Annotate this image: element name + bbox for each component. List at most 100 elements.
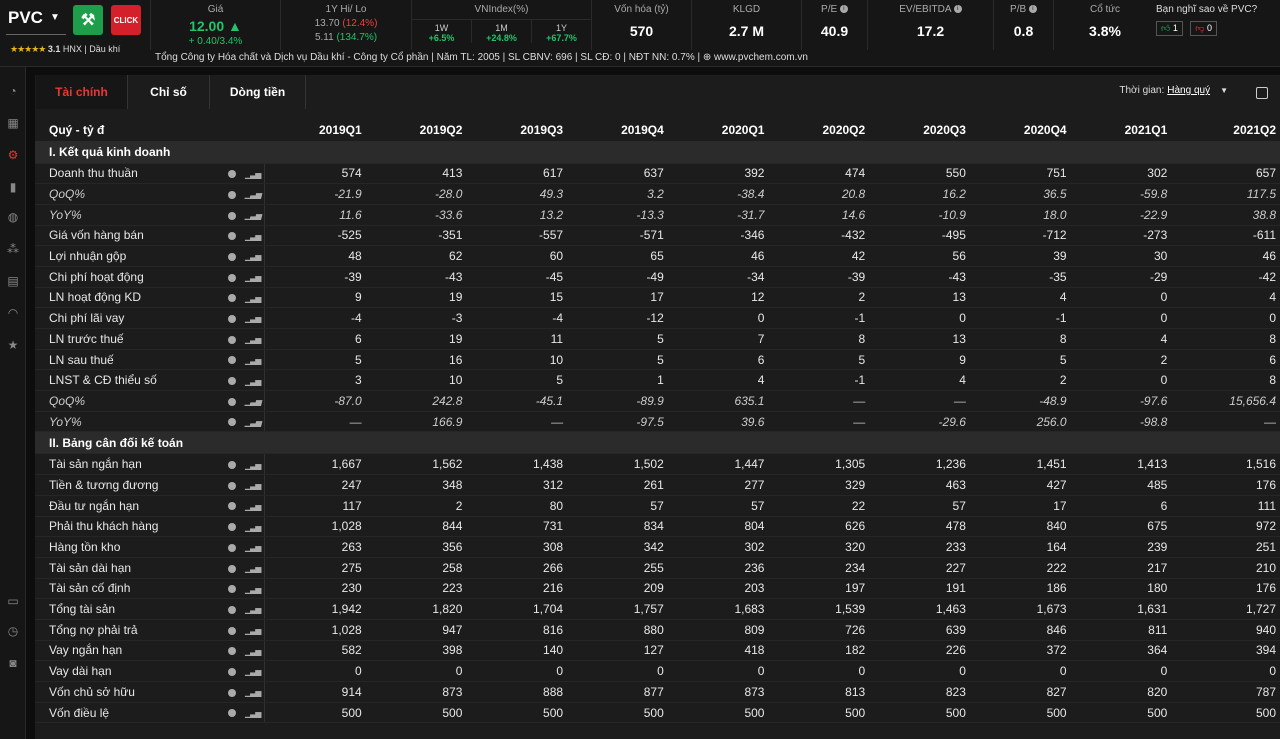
company-logo[interactable]: ⚒	[73, 5, 103, 35]
click-logo[interactable]: CLICK	[111, 5, 141, 35]
tab-financials[interactable]: Tài chính	[36, 75, 128, 109]
settings-icon[interactable]: ⚙	[5, 147, 21, 163]
bar-chart-icon[interactable]: ▁▃▅	[245, 356, 262, 365]
bar-chart-icon[interactable]: ▁▃▅	[245, 190, 262, 199]
table-cell: 804	[667, 516, 769, 538]
vote-down-button[interactable]: 👎︎ 0	[1190, 21, 1217, 36]
chart-toggle-icon[interactable]	[1256, 87, 1268, 99]
table-body: I. Kết quả kinh doanh Doanh thu thuần ▁▃▅ 5…	[35, 141, 1280, 724]
info-dot-icon[interactable]	[228, 356, 236, 365]
dashboard-icon[interactable]: ◔	[5, 83, 21, 99]
table-cell: 4	[1070, 328, 1172, 350]
info-dot-icon[interactable]	[228, 523, 236, 532]
info-dot-icon[interactable]	[228, 667, 236, 676]
info-dot-icon[interactable]	[228, 585, 236, 594]
bar-chart-icon[interactable]: ▁▃▅	[245, 585, 262, 594]
tab-cashflow[interactable]: Dòng tiền	[210, 75, 306, 109]
info-dot-icon[interactable]	[228, 626, 236, 635]
info-dot-icon[interactable]	[228, 688, 236, 697]
table-cell: 1,451	[969, 453, 1071, 476]
star-icon[interactable]: ★	[5, 337, 21, 353]
info-dot-icon[interactable]	[228, 170, 236, 179]
clock-icon[interactable]: ◷	[5, 623, 21, 639]
info-dot-icon[interactable]	[228, 190, 236, 199]
info-dot-icon[interactable]	[228, 605, 236, 614]
chart-icon[interactable]: ▮	[5, 179, 21, 195]
info-dot-icon[interactable]	[228, 294, 236, 303]
info-dot-icon[interactable]	[228, 397, 236, 406]
bar-chart-icon[interactable]: ▁▃▅	[245, 502, 262, 511]
table-cell: 17	[567, 287, 668, 309]
price-value: 12.00	[189, 18, 225, 34]
metric-label: Cổ tức	[1054, 4, 1156, 15]
table-cell: -89.9	[567, 390, 668, 412]
bar-chart-icon[interactable]: ▁▃▅	[245, 543, 262, 552]
tab-ratios[interactable]: Chỉ số	[128, 75, 210, 109]
bar-chart-icon[interactable]: ▁▃▅	[245, 294, 262, 303]
bar-chart-icon[interactable]: ▁▃▅	[245, 397, 262, 406]
chevron-down-icon[interactable]: ▼	[50, 12, 60, 23]
column-header: 2021Q2	[1233, 122, 1276, 137]
bar-chart-icon[interactable]: ▁▃▅	[245, 232, 262, 241]
bar-chart-icon[interactable]: ▁▃▅	[245, 418, 262, 427]
info-dot-icon[interactable]	[228, 418, 236, 427]
bar-chart-icon[interactable]: ▁▃▅	[245, 377, 262, 386]
period-selector[interactable]: Thời gian: Hàng quý ▼	[1119, 85, 1228, 96]
info-dot-icon[interactable]	[228, 461, 236, 470]
info-icon[interactable]: i	[839, 5, 848, 14]
info-dot-icon[interactable]	[228, 709, 236, 718]
info-icon[interactable]: i	[953, 5, 962, 14]
info-dot-icon[interactable]	[228, 211, 236, 220]
table-cell: -495	[869, 225, 970, 247]
bar-chart-icon[interactable]: ▁▃▅	[245, 523, 262, 532]
table-cell: 18.0	[969, 204, 1071, 226]
table-cell: 46	[1171, 245, 1280, 267]
bar-chart-icon[interactable]: ▁▃▅	[245, 335, 262, 344]
table-cell: 39.6	[667, 411, 769, 433]
info-dot-icon[interactable]	[228, 252, 236, 261]
table-row: Tổng tài sản ▁▃▅ 1,942 1,820 1,704 1,757 1,683…	[35, 598, 1280, 620]
info-dot-icon[interactable]	[228, 481, 236, 490]
bar-chart-icon[interactable]: ▁▃▅	[245, 211, 262, 220]
bar-chart-icon[interactable]: ▁▃▅	[245, 605, 262, 614]
bar-chart-icon[interactable]: ▁▃▅	[245, 667, 262, 676]
bar-chart-icon[interactable]: ▁▃▅	[245, 252, 262, 261]
info-dot-icon[interactable]	[228, 273, 236, 282]
table-cell: -21.9	[264, 183, 366, 205]
price-change: + 0.40/3.4%	[188, 36, 243, 47]
bar-chart-icon[interactable]: ▁▃▅	[245, 647, 262, 656]
vote-up-button[interactable]: 👍︎ 1	[1156, 21, 1183, 36]
table-cell: 463	[869, 474, 970, 496]
info-dot-icon[interactable]	[228, 543, 236, 552]
financials-icon[interactable]: ▦	[5, 115, 21, 131]
bar-chart-icon[interactable]: ▁▃▅	[245, 709, 262, 718]
network-icon[interactable]: ⁂	[5, 241, 21, 257]
bar-chart-icon[interactable]: ▁▃▅	[245, 688, 262, 697]
table-cell: 0	[667, 307, 769, 329]
info-dot-icon[interactable]	[228, 502, 236, 511]
info-icon[interactable]: i	[1028, 5, 1037, 14]
bar-chart-icon[interactable]: ▁▃▅	[245, 273, 262, 282]
camera-icon[interactable]: ◙	[5, 655, 21, 671]
bar-chart-icon[interactable]: ▁▃▅	[245, 461, 262, 470]
bar-chart-icon[interactable]: ▁▃▅	[245, 626, 262, 635]
bar-chart-icon[interactable]: ▁▃▅	[245, 314, 262, 323]
info-dot-icon[interactable]	[228, 564, 236, 573]
info-dot-icon[interactable]	[228, 335, 236, 344]
document-icon[interactable]: ▭	[5, 593, 21, 609]
rss-icon[interactable]: ◠	[5, 305, 21, 321]
column-header: 2019Q4	[621, 122, 664, 137]
table-cell: 42	[768, 245, 870, 267]
info-dot-icon[interactable]	[228, 647, 236, 656]
grid-icon[interactable]: ▤	[5, 273, 21, 289]
info-dot-icon[interactable]	[228, 232, 236, 241]
financial-panel: Tài chính Chỉ số Dòng tiền Thời gian: Hàn…	[35, 75, 1280, 739]
database-icon[interactable]: ◍	[5, 209, 21, 225]
ticker-symbol[interactable]: PVC	[8, 8, 43, 28]
bar-chart-icon[interactable]: ▁▃▅	[245, 170, 262, 179]
info-dot-icon[interactable]	[228, 314, 236, 323]
info-dot-icon[interactable]	[228, 377, 236, 386]
bar-chart-icon[interactable]: ▁▃▅	[245, 564, 262, 573]
table-row: Đầu tư ngắn hạn ▁▃▅ 117 2 80 57 57 22 57 17 6 111	[35, 495, 1280, 517]
bar-chart-icon[interactable]: ▁▃▅	[245, 481, 262, 490]
